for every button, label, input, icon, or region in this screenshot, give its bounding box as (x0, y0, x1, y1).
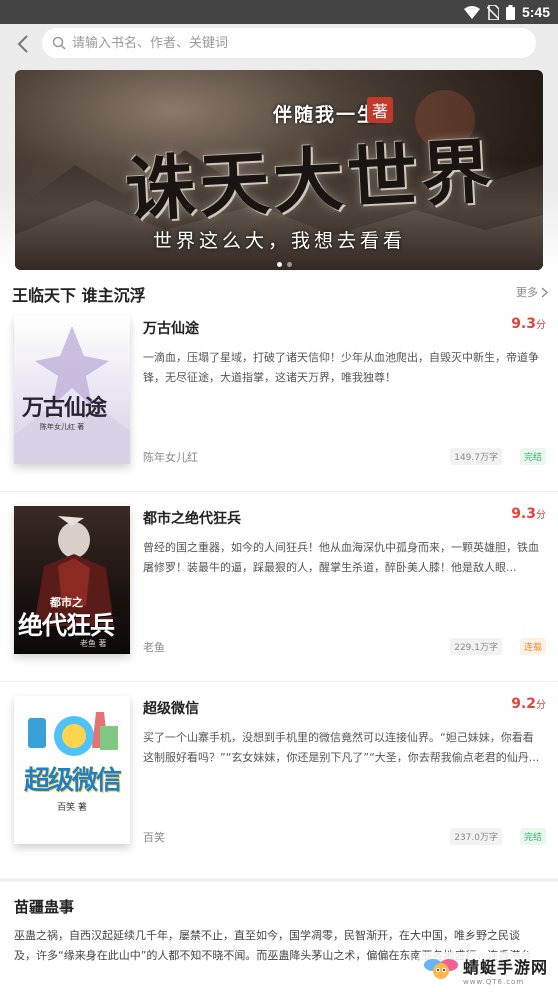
chevron-left-icon (17, 35, 28, 53)
book-cover[interactable]: 万古仙途 陈年女儿红 著 (14, 316, 130, 464)
book-title[interactable]: 都市之绝代狂兵 (143, 508, 241, 528)
book-author: 百笑 (143, 831, 165, 844)
carousel-dot-active[interactable] (277, 262, 282, 267)
carousel-dots (277, 262, 292, 267)
book-author: 陈年女儿红 (143, 451, 198, 464)
watermark: 蜻蜓手游网 www.QT6.com (418, 952, 552, 988)
book-cover[interactable]: 都市之 绝代狂兵 老鱼 著 (14, 506, 130, 654)
status-badge: 连载 (519, 638, 546, 655)
chevron-right-icon (541, 287, 548, 297)
back-button[interactable] (8, 28, 38, 60)
status-bar: 5:45 (0, 0, 558, 24)
score-value: 9.2 (511, 696, 536, 712)
wifi-icon (463, 5, 480, 19)
status-badge: 完结 (519, 448, 546, 465)
search-input[interactable] (72, 35, 512, 51)
book-section: 王临天下 谁主沉浮 更多 万古仙途 陈年女儿红 著 万古仙途 9.3分 一滴血，… (0, 272, 558, 878)
cover-author: 老鱼 著 (80, 639, 107, 648)
no-sim-icon (486, 4, 499, 20)
status-icons: 5:45 (463, 3, 550, 21)
score-value: 9.3 (511, 506, 536, 522)
book-item[interactable]: 都市之 绝代狂兵 老鱼 著 都市之绝代狂兵 9.3分 曾经的国之重器，如今的人间… (0, 492, 558, 682)
banner-area: 伴随我一生 著 诛天大世界 世界这么大，我想去看看 (0, 64, 558, 272)
header (0, 24, 558, 64)
book-author: 老鱼 (143, 641, 165, 654)
banner-seal: 著 (367, 97, 393, 123)
book-title[interactable]: 万古仙途 (143, 318, 199, 338)
score-unit: 分 (536, 700, 546, 711)
book-description: 曾经的国之重器，如今的人间狂兵！他从血海深仇中孤身而来，一颗英雄胆，铁血屠修罗！… (143, 541, 539, 574)
watermark-url: www.QT6.com (462, 978, 525, 986)
battery-icon (505, 4, 515, 20)
book-item[interactable]: 万古仙途 陈年女儿红 著 万古仙途 9.3分 一滴血，压塌了星域，打破了诸天信仰… (0, 302, 558, 492)
book-cover[interactable]: 超级微信 百笑 著 (14, 696, 130, 844)
score-unit: 分 (536, 320, 546, 331)
banner-carousel[interactable]: 伴随我一生 著 诛天大世界 世界这么大，我想去看看 (15, 70, 543, 270)
recommend-card[interactable]: 苗疆蛊事 巫蛊之祸，自西汉起延续几千年，屡禁不止，直至如今，国学凋零，民智渐开，… (0, 882, 558, 992)
more-link[interactable]: 更多 (516, 284, 548, 300)
search-box[interactable] (42, 28, 536, 58)
book-item[interactable]: 超级微信 百笑 著 超级微信 9.2分 买了一个山寨手机，没想到手机里的微信竟然… (0, 682, 558, 872)
watermark-name: 蜻蜓手游网 (462, 958, 548, 977)
word-count-badge: 149.7万字 (450, 448, 502, 465)
word-count-badge: 229.1万字 (450, 638, 502, 655)
cover-title: 绝代狂兵 (18, 611, 115, 640)
score-value: 9.3 (511, 316, 536, 332)
recommend-title[interactable]: 苗疆蛊事 (14, 896, 74, 917)
book-score: 9.3分 (511, 316, 546, 332)
book-score: 9.3分 (511, 506, 546, 522)
book-description: 买了一个山寨手机，没想到手机里的微信竟然可以连接仙界。“妲己妹妹，你看看这制服好… (143, 731, 540, 764)
word-count-badge: 237.0万字 (450, 828, 502, 845)
cover-author: 陈年女儿红 著 (40, 423, 85, 431)
cover-author: 百笑 著 (57, 803, 87, 813)
book-description: 一滴血，压塌了星域，打破了诸天信仰！少年从血池爬出，自毁灭中新生，帝道争锋，无尽… (143, 351, 539, 384)
search-icon (52, 36, 66, 50)
status-badge: 完结 (519, 828, 546, 845)
watermark-text: 蜻蜓手游网 www.QT6.com (463, 954, 548, 986)
book-score: 9.2分 (511, 696, 546, 712)
carousel-dot[interactable] (287, 262, 292, 267)
status-time: 5:45 (521, 4, 550, 20)
cover-title: 万古仙途 (22, 395, 107, 421)
cover-title: 超级微信 (23, 766, 122, 796)
banner-slogan: 世界这么大，我想去看看 (153, 230, 407, 252)
book-title[interactable]: 超级微信 (143, 698, 199, 718)
score-unit: 分 (536, 510, 546, 521)
more-label: 更多 (516, 286, 538, 299)
dragonfly-logo-icon (423, 959, 458, 979)
banner-title: 诛天大世界 (123, 129, 498, 232)
